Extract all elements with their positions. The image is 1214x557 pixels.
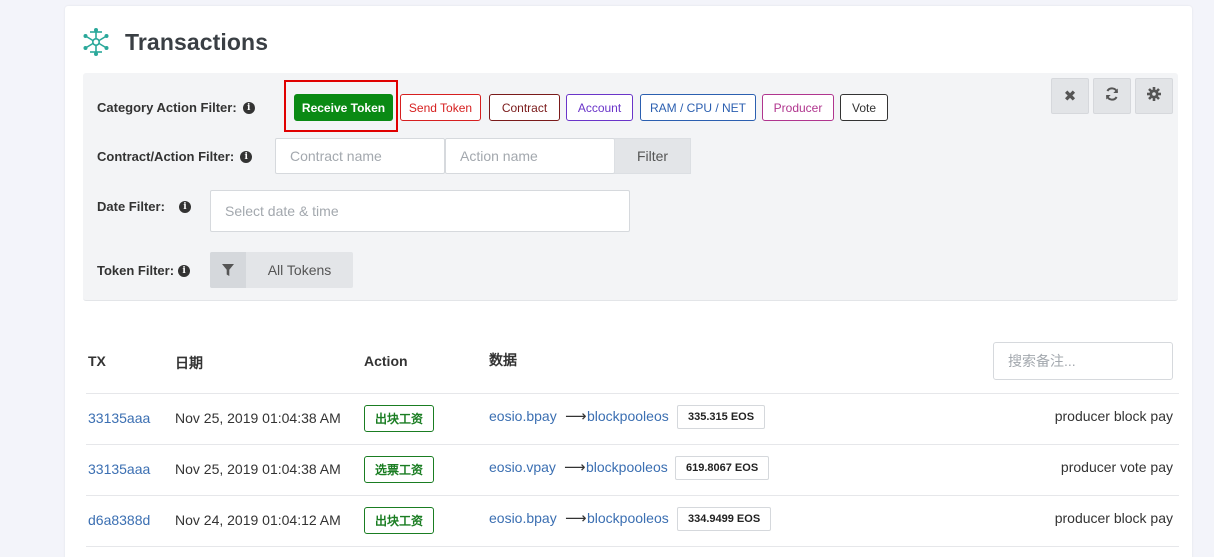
settings-button[interactable] <box>1135 78 1173 114</box>
network-icon <box>81 27 111 57</box>
tx-date: Nov 25, 2019 01:04:38 AM <box>175 461 341 477</box>
info-icon: i <box>240 150 253 163</box>
row-divider <box>86 444 1179 445</box>
close-icon: ✖ <box>1063 88 1077 105</box>
header: Transactions <box>81 26 268 58</box>
amount-badge: 334.9499 EOS <box>677 507 772 531</box>
action-name-input[interactable] <box>445 138 615 174</box>
action-badge: 出块工资 <box>364 507 435 534</box>
memo-text: producer vote pay <box>1060 459 1173 475</box>
tx-link[interactable]: 33135aaa <box>88 461 150 477</box>
action-badge: 选票工资 <box>364 456 435 483</box>
receive-token-button[interactable]: Receive Token <box>294 94 393 121</box>
date-filter-label: Date Filter: i <box>97 199 191 214</box>
date-time-input[interactable] <box>210 190 630 232</box>
memo-text: producer block pay <box>1054 510 1173 526</box>
page-title: Transactions <box>125 28 269 55</box>
arrow-right-icon: ⟶ <box>564 459 586 476</box>
tx-date: Nov 24, 2019 01:04:12 AM <box>175 512 341 528</box>
token-filter-value: All Tokens <box>267 262 332 278</box>
from-account-link[interactable]: eosio.vpay <box>489 459 556 475</box>
refresh-button[interactable] <box>1093 78 1131 114</box>
contract-action-filter-label: Contract/Action Filter: i <box>97 149 253 164</box>
tx-date: Nov 25, 2019 01:04:38 AM <box>175 410 341 426</box>
ram-cpu-net-button[interactable]: RAM / CPU / NET <box>640 94 756 121</box>
amount-badge: 335.315 EOS <box>677 405 766 429</box>
tx-link[interactable]: 33135aaa <box>88 410 150 426</box>
column-header-action: Action <box>364 353 408 369</box>
amount-badge: 619.8067 EOS <box>675 456 770 480</box>
arrow-right-icon: ⟶ <box>565 510 587 527</box>
from-account-link[interactable]: eosio.bpay <box>489 408 557 424</box>
filter-button[interactable]: Filter <box>614 138 691 174</box>
token-filter-dropdown[interactable]: All Tokens <box>210 252 353 288</box>
info-icon: i <box>242 101 255 114</box>
contract-name-input[interactable] <box>275 138 445 174</box>
tx-link[interactable]: d6a8388d <box>88 512 150 528</box>
vote-button[interactable]: Vote <box>840 94 888 121</box>
row-divider <box>86 393 1179 394</box>
account-button[interactable]: Account <box>566 94 633 121</box>
filter-panel: Category Action Filter: i Receive Token … <box>83 73 1178 301</box>
send-token-button[interactable]: Send Token <box>400 94 481 121</box>
producer-button[interactable]: Producer <box>762 94 834 121</box>
to-account-link[interactable]: blockpooleos <box>586 459 668 475</box>
info-icon: i <box>178 200 191 213</box>
to-account-link[interactable]: blockpooleos <box>587 510 669 526</box>
token-filter-label: Token Filter: i <box>97 263 191 278</box>
filter-icon <box>210 252 246 288</box>
memo-search-input[interactable] <box>993 342 1173 380</box>
gear-icon <box>1146 86 1162 106</box>
from-account-link[interactable]: eosio.bpay <box>489 510 557 526</box>
category-filter-label: Category Action Filter: i <box>97 100 255 115</box>
contract-button[interactable]: Contract <box>489 94 560 121</box>
memo-text: producer block pay <box>1054 408 1173 424</box>
clear-button[interactable]: ✖ <box>1051 78 1089 114</box>
column-header-date: 日期 <box>175 355 203 371</box>
column-header-data: 数据 <box>489 352 517 368</box>
refresh-icon <box>1104 86 1120 106</box>
row-divider <box>86 546 1179 547</box>
arrow-right-icon: ⟶ <box>565 408 587 425</box>
column-header-tx: TX <box>88 353 106 369</box>
info-icon: i <box>178 264 191 277</box>
action-badge: 出块工资 <box>364 405 435 432</box>
to-account-link[interactable]: blockpooleos <box>587 408 669 424</box>
row-divider <box>86 495 1179 496</box>
